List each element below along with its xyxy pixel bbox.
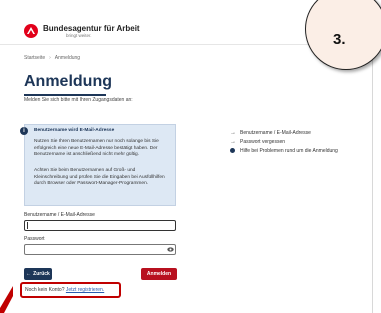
arrow-right-icon: →: [230, 129, 236, 136]
text-caret: [27, 222, 28, 229]
info-box: [24, 124, 176, 206]
help-links: → Benutzername / E-Mail-Adresse → Passwo…: [230, 128, 360, 155]
step-number: 3.: [333, 31, 346, 48]
ba-logo-icon[interactable]: [24, 24, 38, 38]
username-label: Benutzername / E-Mail-Adresse: [24, 212, 95, 218]
info-box-title: Benutzername wird E-Mail-Adresse: [34, 128, 115, 133]
page-title: Anmeldung: [24, 73, 112, 90]
breadcrumb-current: Anmeldung: [54, 55, 81, 61]
info-box-paragraph: Nutzen Sie Ihren Benutzernamen nur noch …: [34, 139, 159, 158]
password-label: Passwort: [24, 236, 45, 242]
link-username-email[interactable]: → Benutzername / E-Mail-Adresse: [230, 128, 360, 137]
link-label: Benutzername / E-Mail-Adresse: [240, 129, 311, 136]
brand-name: Bundesagentur für Arbeit: [43, 24, 140, 33]
password-input[interactable]: [24, 244, 176, 255]
brand-tagline: bringt weiter.: [66, 33, 92, 38]
breadcrumb: Startseite › Anmeldung: [24, 55, 80, 61]
arrow-left-icon: ←: [26, 271, 32, 277]
annotation-arrow-icon: [0, 286, 13, 313]
username-input[interactable]: [24, 220, 176, 231]
link-forgot-password[interactable]: → Passwort vergessen: [230, 137, 360, 146]
info-box-paragraph: Achten Sie beim Benutzernamen auf Groß- …: [34, 168, 165, 187]
link-label: Hilfe bei Problemen rund um die Anmeldun…: [240, 147, 338, 154]
link-label: Passwort vergessen: [240, 138, 286, 145]
breadcrumb-separator-icon: ›: [49, 55, 51, 61]
title-underline: [24, 94, 106, 96]
help-icon: [230, 148, 235, 153]
annotation-highlight-box: [20, 282, 121, 298]
back-button-label: Zurück: [33, 271, 50, 277]
link-login-help[interactable]: Hilfe bei Problemen rund um die Anmeldun…: [230, 146, 360, 155]
login-button[interactable]: Anmelden: [141, 268, 177, 280]
breadcrumb-home[interactable]: Startseite: [24, 55, 45, 61]
back-button[interactable]: ← Zurück: [24, 268, 52, 280]
show-password-eye-icon[interactable]: [167, 247, 174, 252]
info-icon: i: [20, 127, 28, 135]
intro-text: Melden Sie sich bitte mit Ihren Zugangsd…: [24, 97, 133, 103]
arrow-right-icon: →: [230, 138, 236, 145]
